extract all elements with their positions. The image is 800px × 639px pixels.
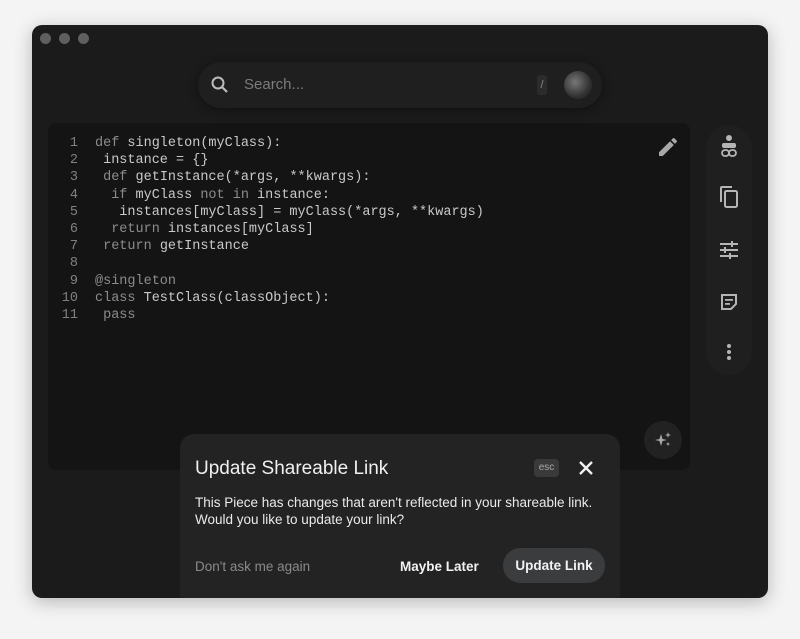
share-link-person-icon[interactable] (717, 135, 741, 159)
line-number: 11 (61, 308, 78, 324)
code-keyword: pass (95, 308, 136, 324)
ai-sparkle-button[interactable] (644, 421, 682, 459)
dialog-title: Update Shareable Link (195, 458, 389, 479)
line-number: 10 (61, 290, 78, 306)
code-line: 9 @singleton (48, 273, 484, 290)
code-text: def getInstance(*args, **kwargs): (95, 169, 370, 186)
dialog-message: This Piece has changes that aren't refle… (195, 495, 593, 527)
more-options-icon[interactable] (717, 340, 741, 364)
code-keyword: def (95, 170, 136, 186)
window-zoom-dot[interactable] (78, 33, 89, 44)
update-link-button[interactable]: Update Link (503, 548, 605, 583)
code-identifier: getInstance (159, 239, 249, 255)
code-text: @singleton (95, 273, 176, 290)
code-keyword: not in (200, 187, 258, 203)
code-identifier: instances[myClass] = myClass(*args, **kw… (95, 204, 484, 220)
code-text: instances[myClass] = myClass(*args, **kw… (95, 204, 484, 221)
line-number: 3 (69, 170, 78, 186)
code-identifier: getInstance(*args, **kwargs): (135, 170, 371, 186)
line-number: 7 (69, 239, 78, 255)
window-minimize-dot[interactable] (59, 33, 70, 44)
code-keyword: def (95, 136, 128, 151)
code-text: def singleton(myClass): (95, 135, 281, 152)
line-number: 9 (69, 273, 78, 289)
update-link-dialog: Update Shareable Link esc This Piece has… (180, 434, 620, 598)
code-text: if myClass not in instance: (95, 187, 330, 204)
code-identifier: TestClass(classObject): (143, 290, 330, 306)
line-number: 4 (69, 187, 78, 203)
code-text: pass (95, 307, 136, 324)
line-number: 5 (69, 204, 78, 220)
code-keyword: return (95, 239, 160, 255)
code-line: 11 pass (48, 307, 484, 324)
code-lines: 1 def singleton(myClass): 2 instance = {} 3… (48, 135, 484, 324)
search-input[interactable]: Search... (244, 76, 304, 93)
code-line: 10 class TestClass(classObject): (48, 290, 484, 307)
line-number: 8 (69, 256, 78, 272)
app-window: Search... / 1 def singleton(myClass): 2 in… (32, 25, 768, 598)
window-close-dot[interactable] (40, 33, 51, 44)
code-identifier: singleton(myClass): (127, 136, 282, 151)
code-line: 7 return getInstance (48, 238, 484, 255)
code-keyword: if (95, 187, 136, 203)
code-identifier: myClass (135, 187, 201, 203)
search-bar[interactable]: Search... / (198, 62, 602, 108)
copy-icon[interactable] (717, 185, 741, 209)
dont-ask-again-button[interactable]: Don't ask me again (195, 559, 310, 574)
search-icon (211, 76, 228, 93)
maybe-later-button[interactable]: Maybe Later (400, 559, 479, 574)
code-identifier: instance: (257, 187, 330, 203)
code-line: 5 instances[myClass] = myClass(*args, **… (48, 204, 484, 221)
notes-icon[interactable] (717, 290, 741, 314)
code-text: return instances[myClass] (95, 221, 314, 238)
code-line: 1 def singleton(myClass): (48, 135, 484, 152)
code-text: class TestClass(classObject): (95, 290, 330, 307)
code-keyword: return (95, 222, 168, 238)
search-shortcut-hint: / (537, 75, 547, 95)
line-number: 1 (69, 136, 78, 151)
line-number: 6 (69, 222, 78, 238)
code-editor[interactable]: 1 def singleton(myClass): 2 instance = {} 3… (48, 123, 690, 470)
esc-key-hint: esc (534, 459, 559, 477)
code-line: 3 def getInstance(*args, **kwargs): (48, 169, 484, 186)
line-number: 2 (69, 153, 78, 169)
code-line: 8 (48, 255, 484, 272)
sparkle-icon (655, 432, 671, 446)
code-keyword: class (95, 290, 144, 306)
edit-pencil-icon[interactable] (656, 135, 680, 159)
code-line: 4 if myClass not in instance: (48, 187, 484, 204)
code-line: 2 instance = {} (48, 152, 484, 169)
code-line: 6 return instances[myClass] (48, 221, 484, 238)
code-identifier: instances[myClass] (167, 222, 314, 238)
code-identifier: instance = {} (95, 153, 209, 169)
close-icon[interactable] (576, 458, 596, 478)
code-text: return getInstance (95, 238, 249, 255)
code-keyword: @singleton (95, 273, 177, 289)
code-text: instance = {} (95, 152, 208, 169)
settings-sliders-icon[interactable] (717, 238, 741, 262)
side-action-rail (706, 125, 752, 375)
user-avatar[interactable] (564, 71, 592, 99)
